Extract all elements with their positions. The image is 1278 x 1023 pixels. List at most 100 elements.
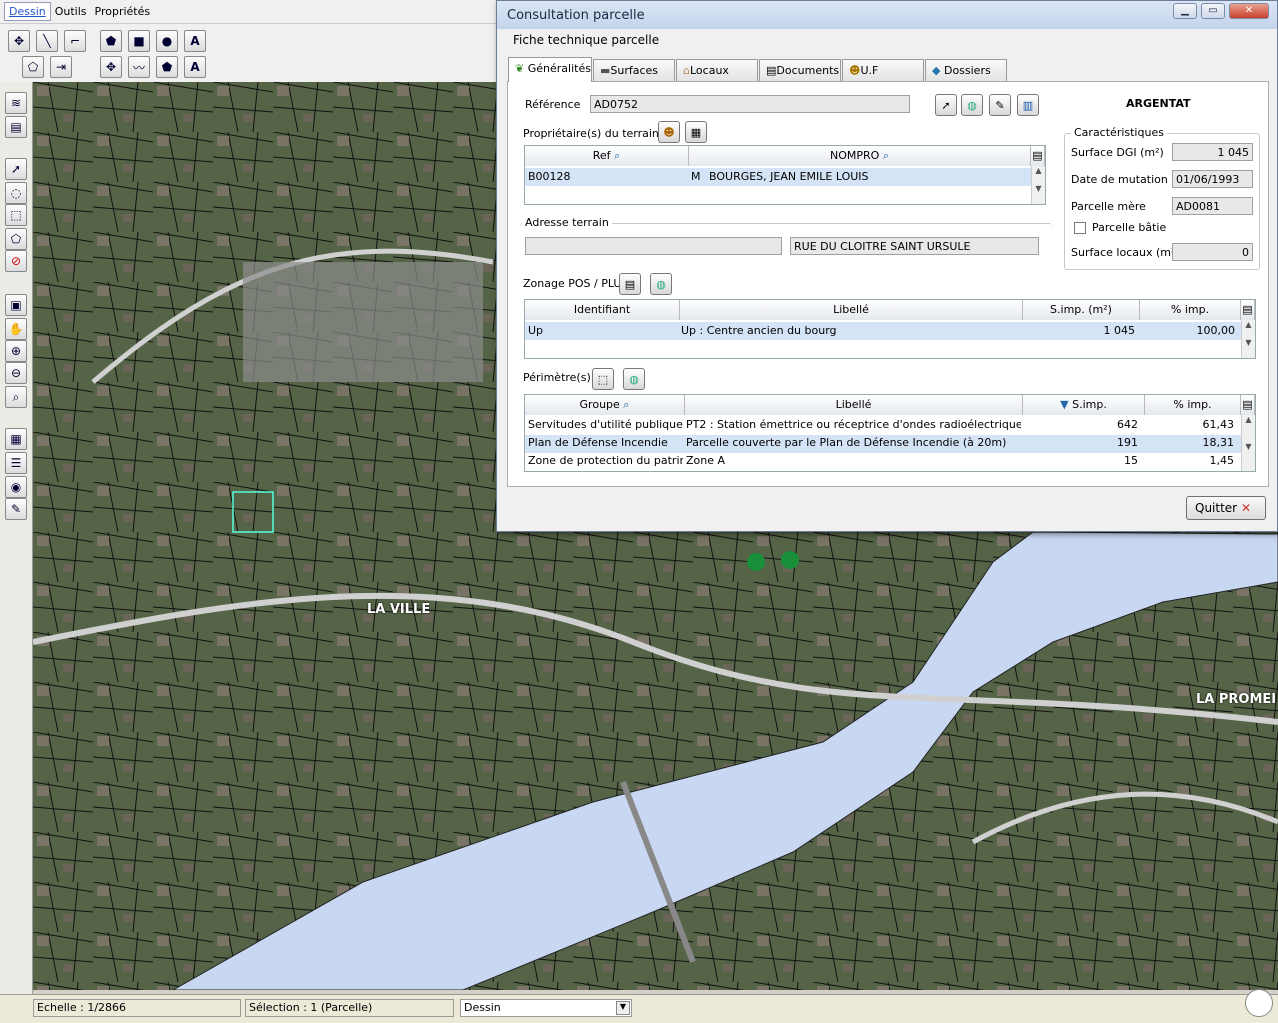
tab-panel-generalites: Référence AD0752 ➚ ◍ ✎ ▥ ARGENTAT Propri… — [507, 81, 1269, 487]
zoom-in-icon[interactable]: ⊕ — [5, 340, 27, 362]
draw-shape-icon[interactable]: ⬠ — [22, 56, 44, 78]
surface-field[interactable]: 1 045 — [1172, 143, 1253, 161]
zoom-icon[interactable]: ⌕ — [5, 386, 27, 408]
globe-icon[interactable]: ◍ — [961, 94, 983, 116]
ruler-icon: ▬ — [600, 64, 611, 77]
surface-label: Surface DGI (m²) — [1071, 146, 1164, 159]
layer-icon[interactable]: ≋ — [5, 92, 27, 114]
perim-col-libelle[interactable]: Libellé — [685, 395, 1023, 415]
draw-line-icon[interactable]: ╲ — [36, 30, 58, 52]
perimetre-globe-icon[interactable]: ◍ — [623, 368, 645, 390]
mode-select[interactable]: Dessin ▼ — [460, 999, 632, 1017]
zonage-doc-icon[interactable]: ▤ — [619, 273, 641, 295]
mere-field[interactable]: AD0081 — [1172, 197, 1253, 215]
edit-polygon-icon[interactable]: ⬟ — [156, 56, 178, 78]
owners-scrollbar[interactable]: ▲ ▼ — [1031, 166, 1045, 204]
edit-text-icon[interactable]: A — [184, 56, 206, 78]
maximize-icon[interactable]: ▭ — [1201, 3, 1225, 19]
perim-col-groupe[interactable]: Groupe ⌕ — [525, 395, 685, 415]
zonage-id-cell: Up — [528, 324, 544, 337]
select-poly-icon[interactable]: ⬠ — [5, 228, 27, 250]
address-number-field[interactable] — [525, 237, 782, 255]
select-circle-icon[interactable]: ◌ — [5, 182, 27, 204]
edit-line-icon[interactable]: 〰 — [128, 56, 150, 78]
zonage-globe-icon[interactable]: ◍ — [650, 273, 672, 295]
compass-icon[interactable] — [1245, 989, 1273, 1017]
zonage-col-simp[interactable]: S.imp. (m²) — [1023, 300, 1140, 320]
edit-point-icon[interactable]: ✥ — [100, 56, 122, 78]
date-field[interactable]: 01/06/1993 — [1172, 170, 1253, 188]
select-rect-icon[interactable]: ⬚ — [5, 204, 27, 226]
zonage-title: Zonage POS / PLU — [523, 277, 622, 290]
menu-proprietes[interactable]: Propriétés — [91, 3, 155, 20]
report-edit-icon[interactable]: ✎ — [989, 94, 1011, 116]
owners-col-ref[interactable]: Ref ⌕ — [525, 146, 689, 166]
perim-pct-cell: 1,45 — [1209, 454, 1235, 467]
layers-icon[interactable]: ▤ — [5, 116, 27, 138]
perim-simp-cell: 191 — [1117, 436, 1138, 449]
status-bar: Echelle : 1/2866 Sélection : 1 (Parcelle… — [0, 989, 1278, 1023]
col-label: NOMPRO — [830, 149, 880, 162]
scale-readout: Echelle : 1/2866 — [33, 999, 241, 1017]
perim-libelle-cell: Parcelle couverte par le Plan de Défense… — [686, 436, 1007, 449]
draw-polygon-icon[interactable]: ⬟ — [100, 30, 122, 52]
export-icon[interactable]: ▥ — [1017, 94, 1039, 116]
tab-label: Généralités — [527, 62, 591, 75]
list-icon[interactable]: ☰ — [5, 452, 27, 474]
perim-pct-cell: 61,43 — [1202, 418, 1235, 431]
pan-hand-icon[interactable]: ✋ — [5, 318, 27, 340]
tab-surfaces[interactable]: ▬Surfaces — [593, 59, 675, 82]
mere-label: Parcelle mère — [1071, 200, 1146, 213]
draw-arrow-icon[interactable]: ⇥ — [50, 56, 72, 78]
map-label-la-promenade: LA PROMEI — [1196, 692, 1277, 707]
quit-button[interactable]: Quitter ✕ — [1186, 496, 1266, 520]
tab-dossiers[interactable]: ◆ Dossiers — [925, 59, 1007, 82]
tab-label: Documents — [776, 64, 840, 77]
tab-generalites[interactable]: ❦ Généralités — [508, 57, 592, 82]
zoom-extent-icon[interactable]: ▣ — [5, 294, 27, 316]
color-wheel-icon[interactable]: ◉ — [5, 476, 27, 498]
close-icon[interactable]: ✕ — [1229, 3, 1269, 19]
tab-uf[interactable]: ☻U.F — [842, 59, 924, 82]
perimetres-scrollbar[interactable]: ▲ ▼ — [1241, 415, 1255, 471]
select-arrow-icon[interactable]: ➚ — [5, 158, 27, 180]
owner-list-icon[interactable]: ▦ — [685, 121, 707, 143]
draw-polyline-icon[interactable]: ⌐ — [64, 30, 86, 52]
perim-groupe-cell: Plan de Défense Incendie — [528, 436, 668, 449]
owners-col-nompro[interactable]: NOMPRO ⌕ — [689, 146, 1031, 166]
perim-col-simp[interactable]: ▼ S.imp. — [1023, 395, 1145, 415]
style-icon[interactable]: ✎ — [5, 498, 27, 520]
owner-card-icon[interactable]: ☻ — [658, 121, 680, 143]
batie-checkbox[interactable] — [1074, 222, 1086, 234]
draw-circle-icon[interactable]: ● — [156, 30, 178, 52]
minimize-icon[interactable]: ▁ — [1173, 3, 1197, 19]
search-icon: ⌕ — [614, 149, 621, 162]
draw-point-icon[interactable]: ✥ — [8, 30, 30, 52]
zonage-scrollbar[interactable]: ▲ ▼ — [1241, 320, 1255, 358]
reference-field[interactable]: AD0752 — [590, 95, 910, 113]
draw-text-icon[interactable]: A — [184, 30, 206, 52]
grid-settings-icon[interactable]: ▤ — [1031, 146, 1045, 166]
report-icon[interactable]: ▦ — [5, 428, 27, 450]
zonage-col-id[interactable]: Identifiant — [525, 300, 680, 320]
zonage-col-pct[interactable]: % imp. — [1140, 300, 1241, 320]
perim-col-pct[interactable]: % imp. — [1145, 395, 1241, 415]
clear-selection-icon[interactable]: ⊘ — [5, 250, 27, 272]
tab-documents[interactable]: ▤Documents — [759, 59, 841, 82]
perim-groupe-cell: Servitudes d'utilité publique — [528, 418, 683, 431]
menu-outils[interactable]: Outils — [51, 3, 91, 20]
locaux-field[interactable]: 0 — [1172, 243, 1253, 261]
perimetre-doc-icon[interactable]: ⬚ — [592, 368, 614, 390]
chevron-down-icon[interactable]: ▼ — [616, 1001, 630, 1015]
grid-settings-icon[interactable]: ▤ — [1241, 395, 1255, 415]
locate-cursor-icon[interactable]: ➚ — [935, 94, 957, 116]
col-label: Ref — [592, 149, 611, 162]
tab-locaux[interactable]: ⌂Locaux — [676, 59, 758, 82]
zoom-out-icon[interactable]: ⊖ — [5, 362, 27, 384]
address-street-field[interactable]: RUE DU CLOITRE SAINT URSULE — [790, 237, 1039, 255]
grid-settings-icon[interactable]: ▤ — [1241, 300, 1255, 320]
quit-label: Quitter — [1195, 501, 1238, 515]
draw-rectangle-icon[interactable]: ■ — [128, 30, 150, 52]
menu-dessin[interactable]: Dessin — [4, 2, 51, 21]
zonage-col-libelle[interactable]: Libellé — [680, 300, 1023, 320]
